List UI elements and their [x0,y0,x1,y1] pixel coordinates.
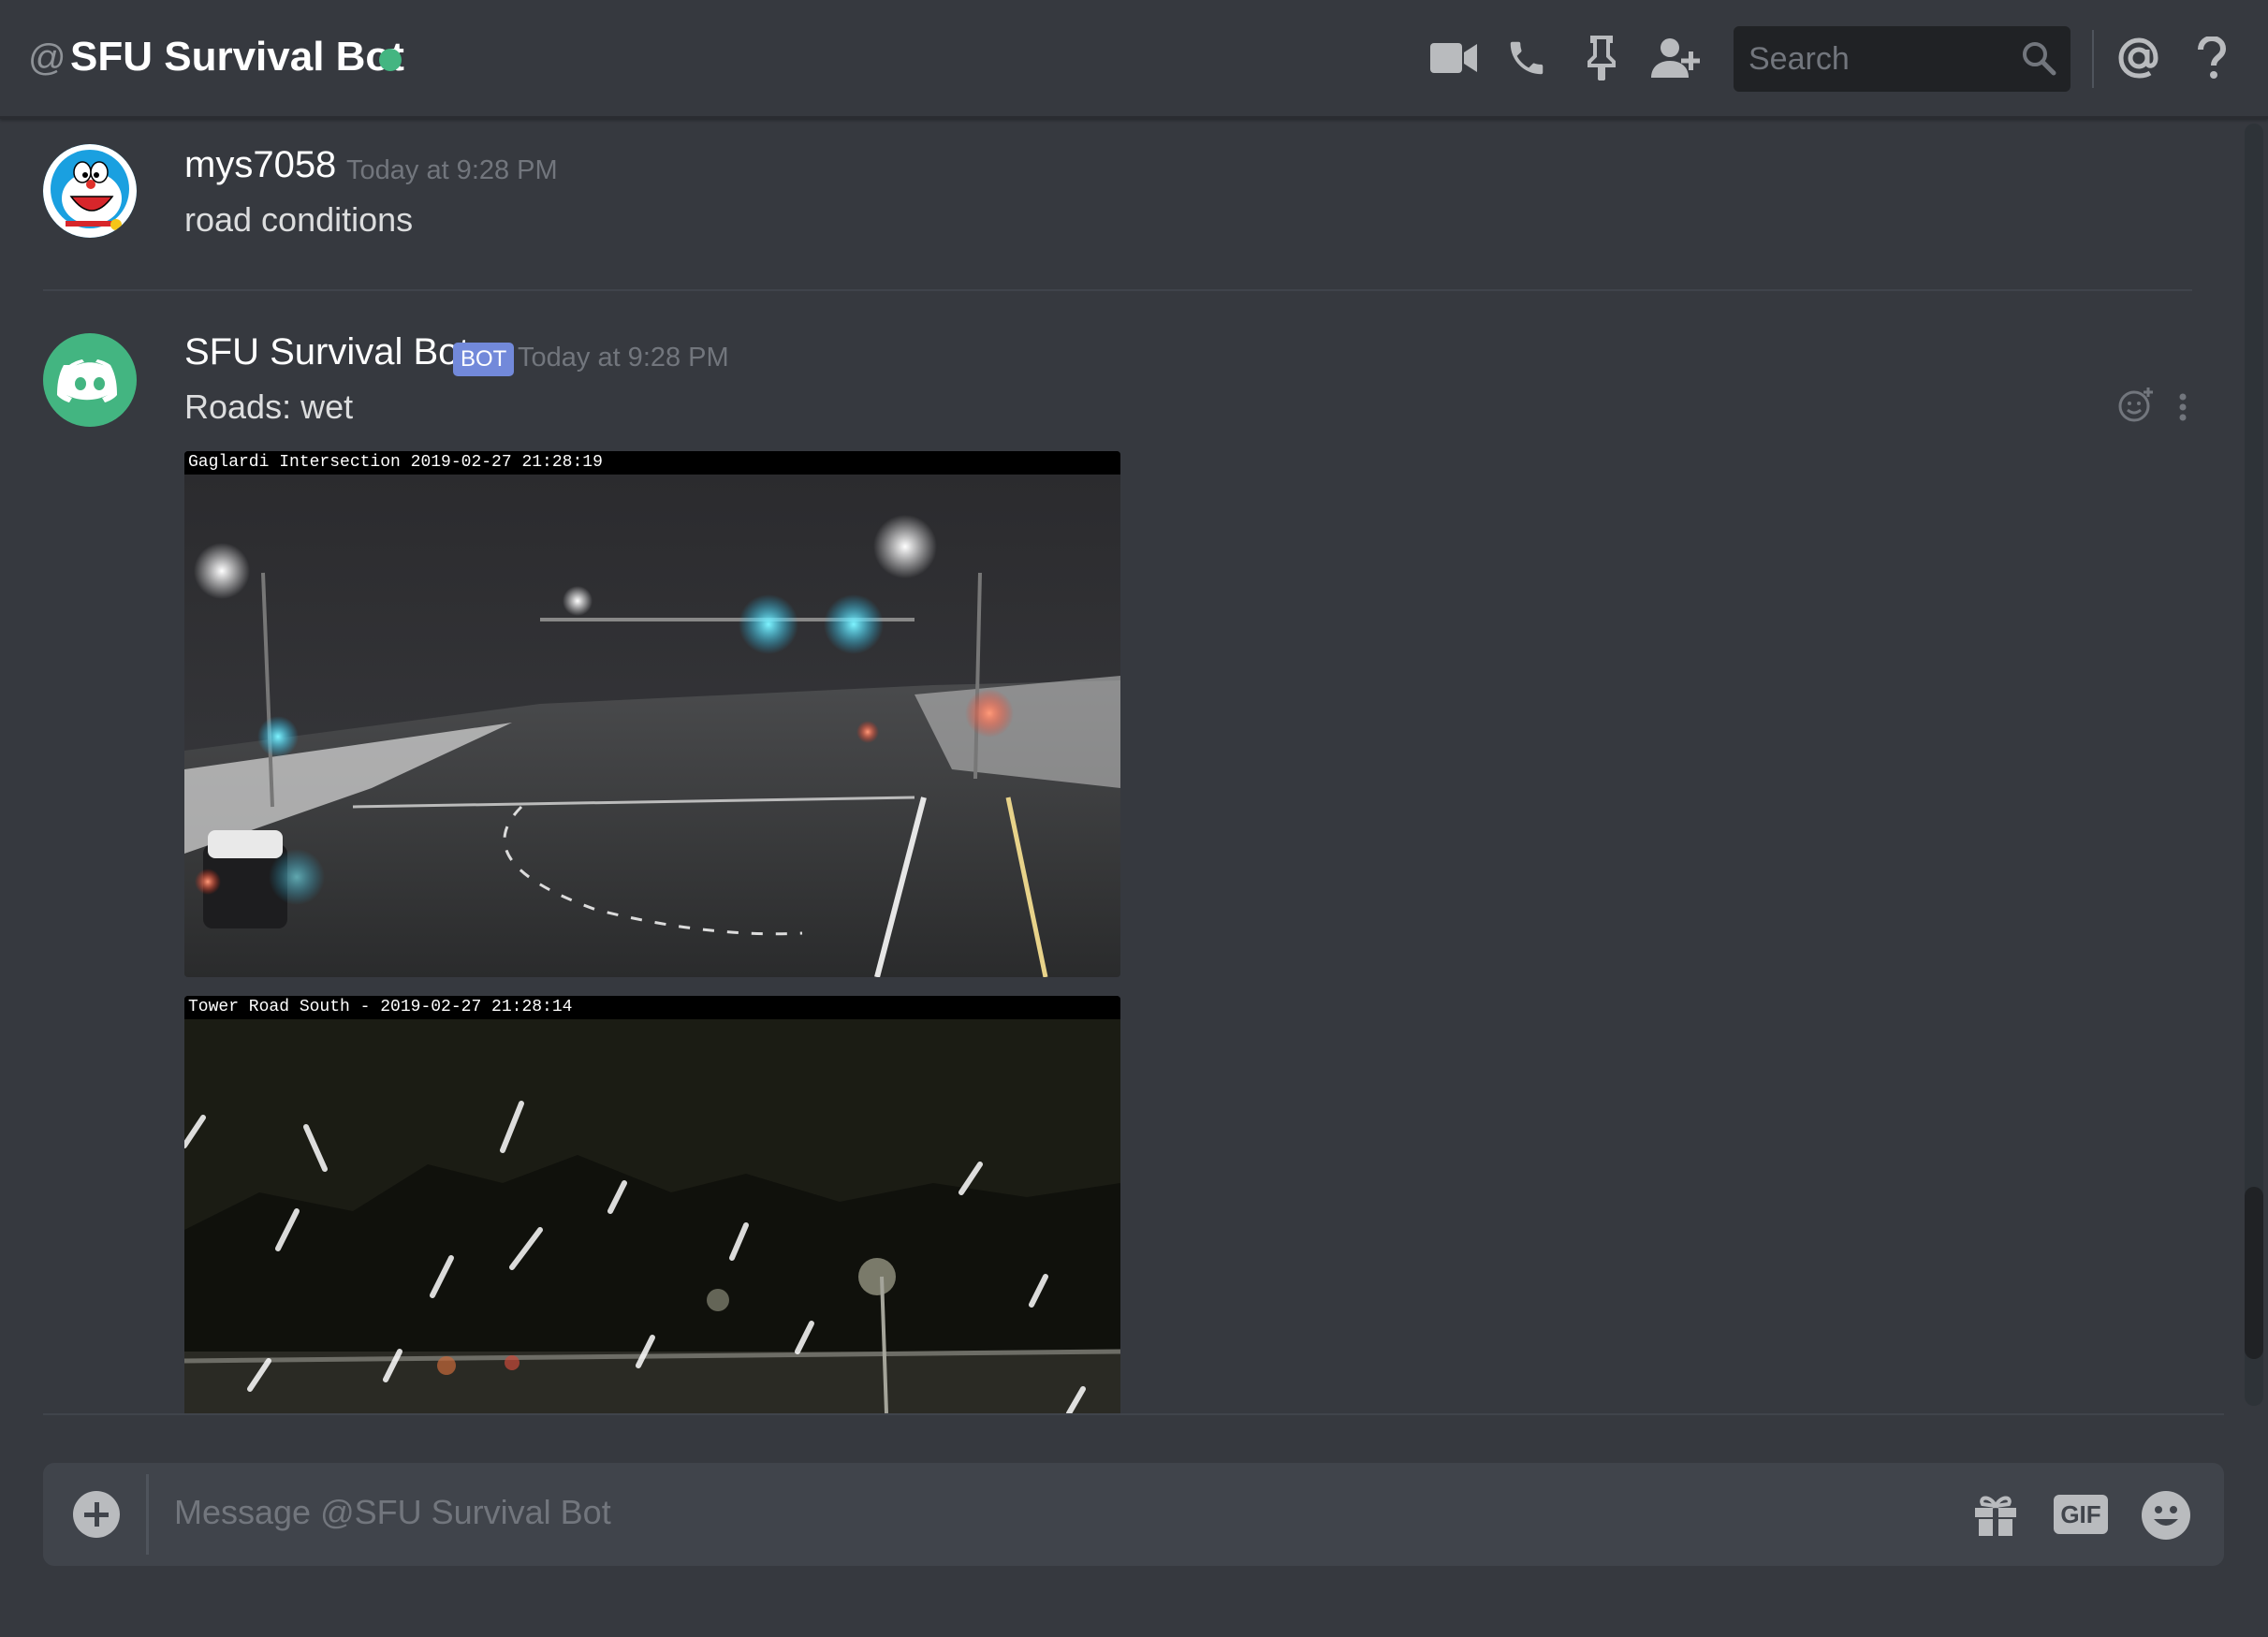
scrollbar-thumb[interactable] [2245,1187,2263,1359]
header-divider [2092,30,2094,88]
message-text: road conditions [184,200,414,239]
camera-caption: Gaglardi Intersection 2019-02-27 21:28:1… [184,451,1120,475]
channel-header: @ SFU Survival Bot Search [0,0,2268,119]
video-camera-icon[interactable] [1428,32,1479,84]
message-author[interactable]: SFU Survival Bot [184,331,470,373]
composer-divider [43,1413,2224,1415]
gift-icon[interactable] [1971,1489,2020,1542]
add-friend-icon[interactable] [1651,32,1702,84]
search-placeholder: Search [1749,41,1850,77]
traffic-camera-image[interactable]: Tower Road South - 2019-02-27 21:28:14 [184,996,1120,1413]
at-symbol: @ [28,37,66,79]
camera-caption: Tower Road South - 2019-02-27 21:28:14 [184,996,1120,1019]
message-divider [43,289,2192,291]
doraemon-avatar[interactable] [43,144,137,238]
online-status-dot [379,49,402,71]
gif-button[interactable]: GIF [2054,1495,2108,1534]
mention-icon[interactable] [2114,32,2164,84]
add-reaction-icon[interactable] [2117,386,2155,428]
message-text: Roads: wet [184,387,354,426]
more-options-icon[interactable] [2177,393,2188,426]
search-box[interactable]: Search [1734,26,2070,92]
search-icon [2020,39,2057,81]
message-timestamp: Today at 9:28 PM [346,155,558,185]
message-author[interactable]: mys7058 [184,144,336,186]
bot-tag: BOT [453,343,515,376]
phone-icon[interactable] [1501,32,1552,84]
traffic-camera-image[interactable]: Gaglardi Intersection 2019-02-27 21:28:1… [184,451,1120,977]
message-input[interactable]: Message @SFU Survival Bot [174,1493,611,1532]
help-icon[interactable] [2187,32,2237,84]
channel-title: SFU Survival Bot [70,34,404,80]
message-composer: Message @SFU Survival Bot GIF [43,1463,2224,1566]
discord-logo-avatar[interactable] [43,333,137,427]
message-user: mys7058 Today at 9:28 PM road conditions [0,140,2228,281]
upload-plus-icon[interactable] [73,1491,120,1538]
message-bot: SFU Survival Bot BOT Today at 9:28 PM Ro… [0,331,2228,1413]
pin-icon[interactable] [1576,32,1627,84]
emoji-icon[interactable] [2140,1489,2192,1546]
composer-separator [146,1474,149,1555]
message-timestamp: Today at 9:28 PM [518,343,729,373]
